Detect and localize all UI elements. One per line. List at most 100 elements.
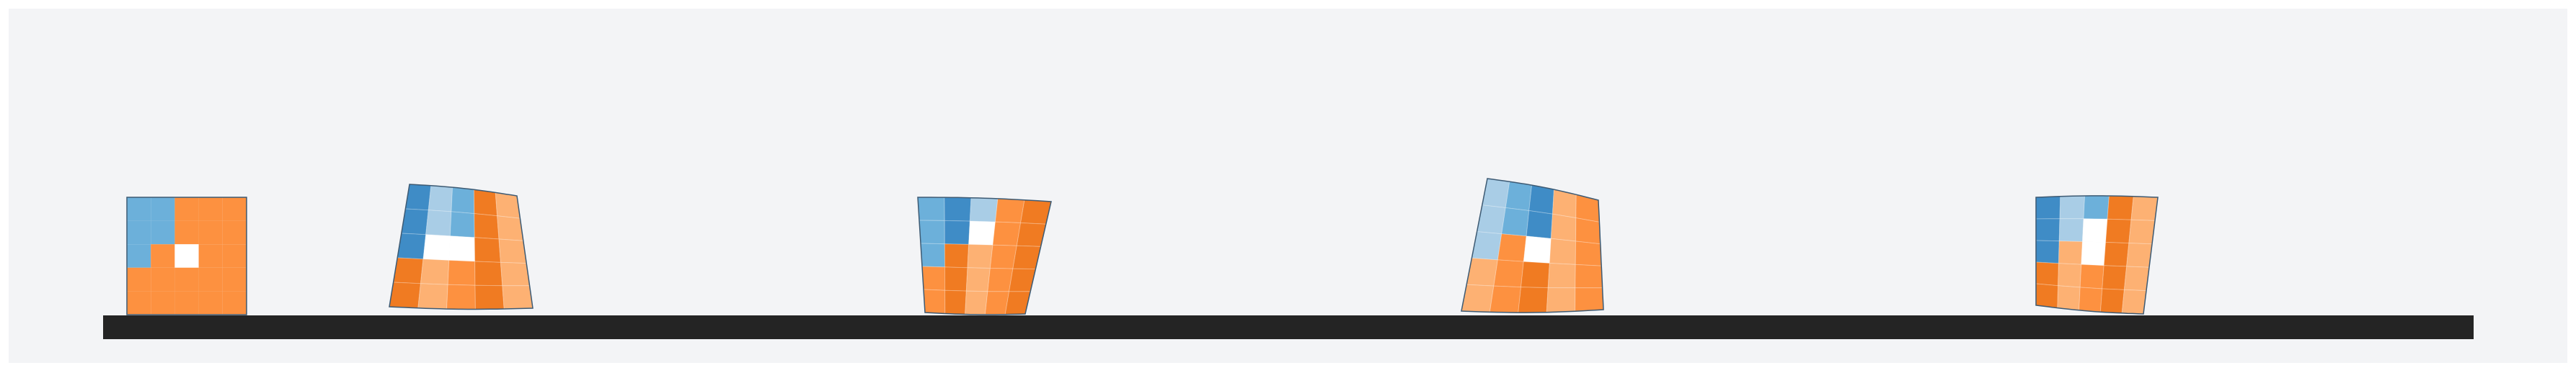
blue-voxel xyxy=(425,210,452,237)
blue-voxel xyxy=(151,220,175,245)
robot-frame xyxy=(2035,195,2159,315)
blue-voxel xyxy=(2083,195,2110,220)
orange-voxel xyxy=(2126,243,2153,268)
orange-voxel xyxy=(174,197,199,221)
orange-voxel xyxy=(174,267,199,292)
orange-voxel xyxy=(151,291,175,315)
robot-frame xyxy=(389,184,534,310)
orange-voxel xyxy=(393,257,424,284)
blue-voxel xyxy=(2035,240,2060,264)
orange-voxel xyxy=(446,284,476,310)
orange-voxel xyxy=(474,261,503,287)
orange-voxel xyxy=(474,213,500,240)
orange-voxel xyxy=(127,291,151,315)
orange-voxel xyxy=(151,267,175,292)
blue-voxel xyxy=(1501,207,1530,237)
blue-voxel xyxy=(449,211,475,238)
blue-voxel xyxy=(2035,196,2061,220)
orange-voxel xyxy=(222,197,247,221)
hole-cell xyxy=(174,244,199,268)
blue-voxel xyxy=(397,233,427,260)
orange-voxel xyxy=(2123,266,2150,292)
hole-cell xyxy=(448,235,476,262)
orange-voxel xyxy=(495,192,521,219)
ground-floor xyxy=(103,315,2474,339)
orange-voxel xyxy=(222,267,247,292)
hole-cell xyxy=(422,234,451,261)
orange-voxel xyxy=(2105,218,2132,244)
orange-voxel xyxy=(944,289,967,315)
blue-voxel xyxy=(920,243,946,268)
orange-voxel xyxy=(500,261,531,287)
blue-voxel xyxy=(428,185,453,212)
orange-voxel xyxy=(2035,283,2059,309)
orange-voxel xyxy=(198,244,223,268)
orange-voxel xyxy=(923,289,946,315)
orange-voxel xyxy=(921,266,946,291)
orange-voxel xyxy=(2103,241,2130,267)
orange-voxel xyxy=(2079,287,2103,313)
orange-voxel xyxy=(989,244,1017,269)
blue-voxel xyxy=(1528,184,1554,215)
orange-voxel xyxy=(1518,287,1549,313)
orange-voxel xyxy=(2079,264,2104,289)
orange-voxel xyxy=(127,267,151,292)
simulation-canvas xyxy=(0,0,2576,373)
orange-voxel xyxy=(2121,289,2147,315)
blue-voxel xyxy=(917,197,945,221)
orange-voxel xyxy=(198,197,223,221)
orange-voxel xyxy=(1546,287,1576,313)
orange-voxel xyxy=(1575,287,1604,312)
orange-voxel xyxy=(198,267,223,292)
orange-voxel xyxy=(498,238,527,264)
blue-voxel xyxy=(969,197,999,223)
orange-voxel xyxy=(1575,241,1602,266)
blue-voxel xyxy=(2035,218,2061,242)
orange-voxel xyxy=(417,283,448,310)
hole-cell xyxy=(1523,235,1552,264)
orange-voxel xyxy=(151,244,175,268)
soft-robot-scene xyxy=(9,9,2567,363)
blue-voxel xyxy=(127,244,151,268)
orange-voxel xyxy=(420,259,450,285)
orange-voxel xyxy=(944,266,968,292)
orange-voxel xyxy=(2057,285,2081,311)
blue-voxel xyxy=(1526,210,1553,239)
scene-background xyxy=(9,9,2567,363)
blue-voxel xyxy=(127,220,151,245)
orange-voxel xyxy=(1550,213,1577,242)
orange-voxel xyxy=(2058,263,2082,288)
hole-cell xyxy=(2081,241,2107,266)
orange-voxel xyxy=(198,220,223,245)
orange-voxel xyxy=(497,215,524,241)
blue-voxel xyxy=(127,197,151,221)
orange-voxel xyxy=(1575,217,1601,245)
blue-voxel xyxy=(944,220,970,245)
blue-voxel xyxy=(2059,195,2086,220)
orange-voxel xyxy=(198,291,223,315)
blue-voxel xyxy=(451,186,475,215)
blue-voxel xyxy=(1505,181,1533,212)
orange-voxel xyxy=(2102,265,2128,290)
orange-voxel xyxy=(2099,288,2125,314)
orange-voxel xyxy=(222,220,247,245)
orange-voxel xyxy=(944,243,970,269)
orange-voxel xyxy=(1549,238,1577,265)
blue-voxel xyxy=(919,220,945,245)
orange-voxel xyxy=(174,291,199,315)
orange-voxel xyxy=(1493,259,1524,288)
orange-voxel xyxy=(992,221,1022,246)
orange-voxel xyxy=(994,198,1025,224)
orange-voxel xyxy=(474,284,505,310)
orange-voxel xyxy=(1521,261,1550,289)
orange-voxel xyxy=(222,244,247,268)
orange-voxel xyxy=(473,189,498,217)
robot-frame xyxy=(126,197,247,315)
blue-voxel xyxy=(944,197,972,222)
orange-voxel xyxy=(474,237,501,263)
blue-voxel xyxy=(2058,218,2084,243)
orange-voxel xyxy=(987,267,1014,292)
orange-voxel xyxy=(2130,196,2159,221)
orange-voxel xyxy=(1489,285,1522,313)
orange-voxel xyxy=(2128,219,2156,245)
